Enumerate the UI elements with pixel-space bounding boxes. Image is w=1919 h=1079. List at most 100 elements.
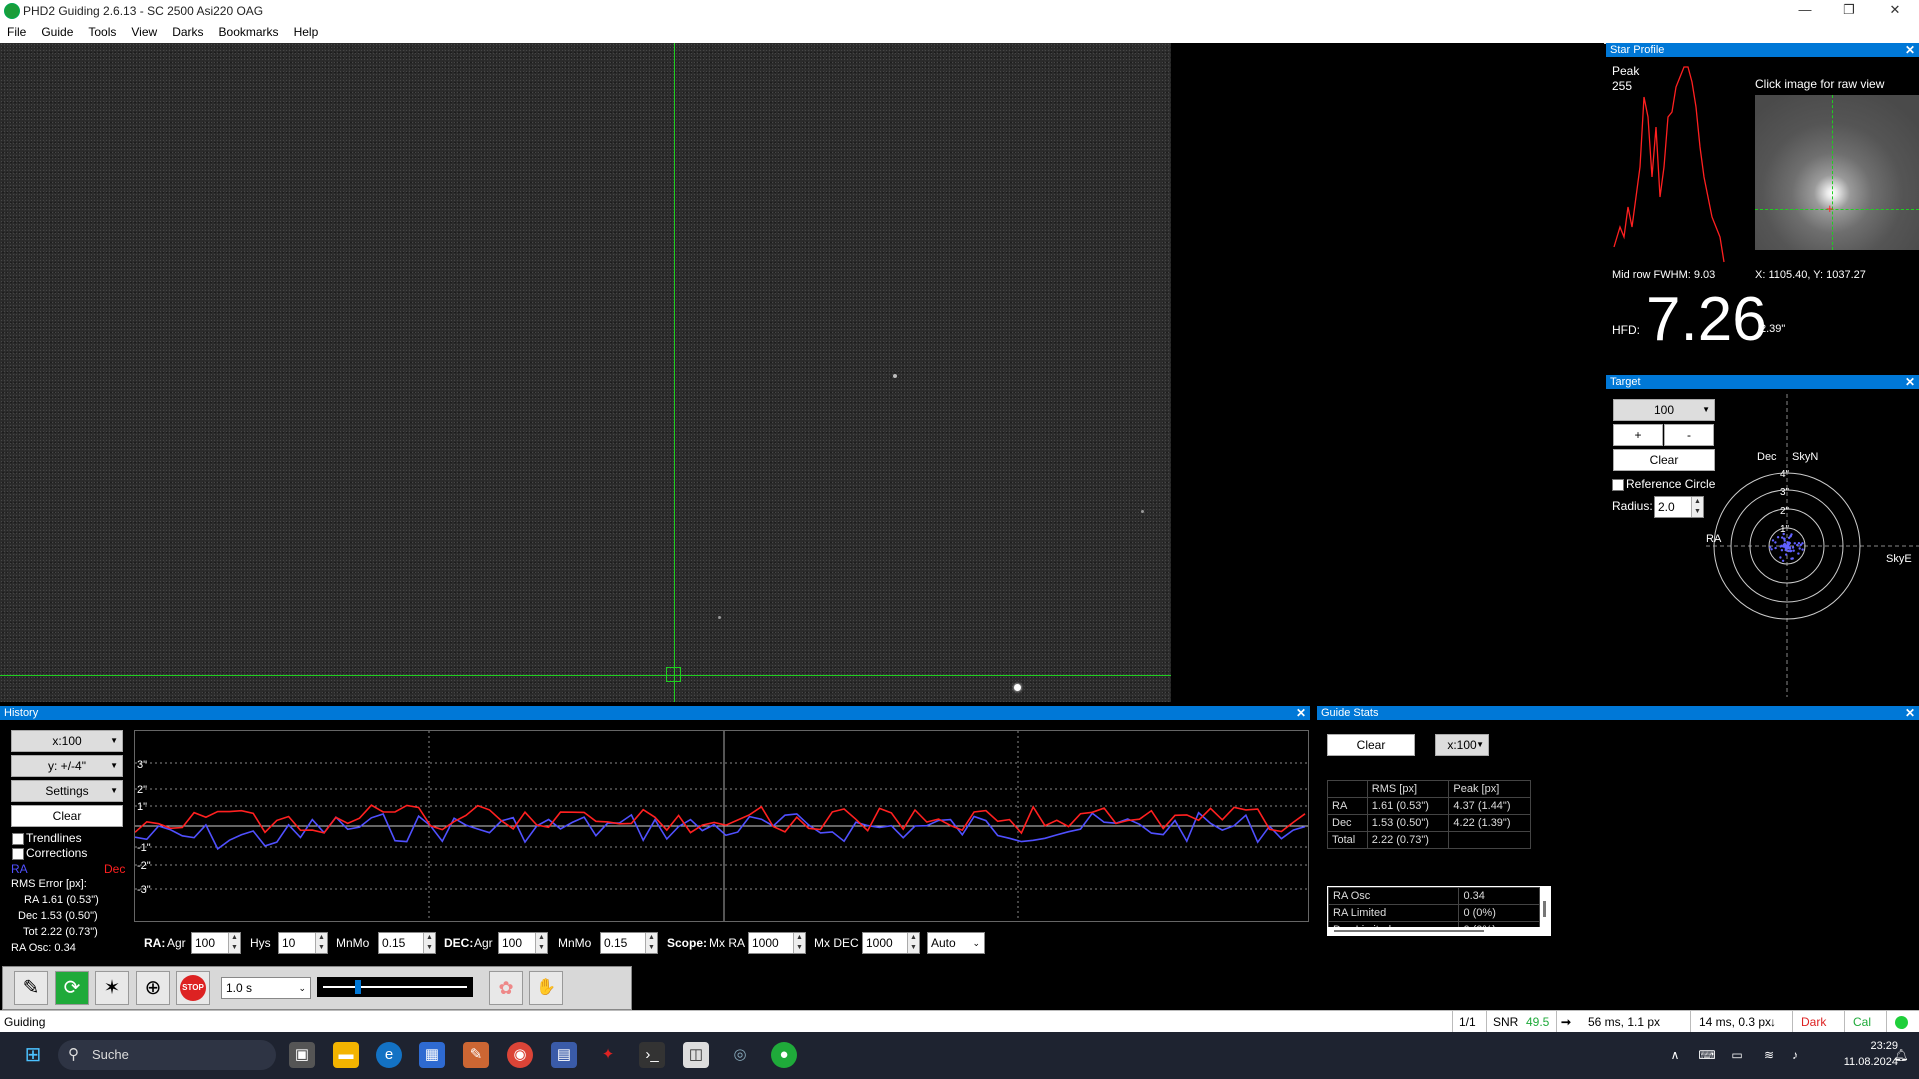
lock-crosshair-horizontal (0, 675, 1171, 676)
radius-spinner[interactable]: 2.0 ▲ ▼ (1654, 496, 1704, 518)
save-app-icon[interactable]: ▤ (551, 1042, 577, 1068)
target-point (1771, 539, 1775, 542)
history-y-scale-select[interactable]: y: +/-4" ▼ (11, 755, 123, 777)
taskbar-search-box[interactable]: ⚲ Suche (58, 1040, 276, 1070)
astro-app-icon[interactable]: ✦ (595, 1042, 621, 1068)
hys-spinner[interactable]: 10 ▲ ▼ (278, 932, 328, 954)
table-header (1327, 780, 1368, 798)
table-cell: 2.22 (0.73") (1366, 831, 1450, 849)
close-button[interactable]: ✕ (1872, 0, 1918, 22)
task-view-icon[interactable]: ▣ (289, 1042, 315, 1068)
camera-image-view[interactable] (0, 43, 1171, 702)
dark-indicator: Dark (1792, 1011, 1826, 1033)
manual-guide-icon[interactable]: ✋ (529, 971, 563, 1005)
wifi-icon[interactable]: ≋ (1756, 1042, 1782, 1068)
chrome-icon[interactable]: ◉ (507, 1042, 533, 1068)
brain-icon[interactable]: ✿ (489, 971, 523, 1005)
history-graph[interactable]: 3" 2" 1" -1" -2" -3" (134, 730, 1309, 922)
spin-arrows-icon[interactable]: ▲ ▼ (228, 933, 240, 953)
keyboard-icon[interactable]: ⌨ (1694, 1042, 1720, 1068)
menu-help[interactable]: Help (287, 22, 327, 43)
maximize-button[interactable]: ❐ (1826, 0, 1872, 22)
table-header-row: RMS [px] Peak [px] (1327, 780, 1531, 798)
target-close-icon[interactable]: ✕ (1905, 375, 1915, 389)
mxra-spinner[interactable]: 1000 ▲ ▼ (748, 932, 806, 954)
stellarium-icon[interactable]: ◫ (683, 1042, 709, 1068)
ra-params-label: RA: (144, 936, 166, 950)
guide-crosshair-icon[interactable]: ⊕ (136, 971, 170, 1005)
history-x-scale-select[interactable]: x:100 ▼ (11, 730, 123, 752)
target-zoom-select[interactable]: 100 ▼ (1613, 399, 1715, 421)
spin-arrows-icon[interactable]: ▲ ▼ (645, 933, 657, 953)
spin-arrows-icon[interactable]: ▲ ▼ (535, 933, 547, 953)
trendlines-checkbox[interactable] (12, 833, 24, 845)
menu-tools[interactable]: Tools (81, 22, 124, 43)
horizontal-scrollbar[interactable] (1328, 927, 1540, 935)
history-settings-label: Settings (45, 784, 89, 798)
dec-agr-spinner[interactable]: 100 ▲ ▼ (498, 932, 548, 954)
guide-stats-scale-select[interactable]: x:100 ▼ (1435, 734, 1489, 756)
spin-arrows-icon[interactable]: ▲ ▼ (423, 933, 435, 953)
guide-star-box[interactable] (666, 667, 681, 682)
status-message: Guiding (4, 1015, 46, 1029)
vertical-scrollbar[interactable] (1540, 887, 1550, 935)
phd2-taskbar-icon[interactable]: ● (771, 1042, 797, 1068)
snr-label: SNR (1486, 1011, 1518, 1033)
dec-mnmo-spinner[interactable]: 0.15 ▲ ▼ (600, 932, 658, 954)
menu-bookmarks[interactable]: Bookmarks (212, 22, 287, 43)
menu-darks[interactable]: Darks (165, 22, 211, 43)
reference-circle-checkbox[interactable] (1612, 479, 1624, 491)
history-close-icon[interactable]: ✕ (1296, 706, 1306, 720)
history-title: History (4, 707, 39, 719)
star-bright (1014, 684, 1021, 691)
menu-guide[interactable]: Guide (34, 22, 81, 43)
stop-icon[interactable]: STOP (176, 971, 210, 1005)
frame-counter: 1/1 (1452, 1011, 1489, 1033)
star-thumbnail[interactable]: + (1755, 95, 1919, 250)
dec-mode-select[interactable]: Auto ⌄ (927, 932, 985, 954)
file-explorer-icon[interactable]: ▬ (333, 1042, 359, 1068)
target-point (1780, 549, 1784, 552)
auto-select-star-icon[interactable]: ✶ (95, 971, 129, 1005)
target-clear-button[interactable]: Clear (1613, 449, 1715, 471)
gamma-slider[interactable] (317, 977, 473, 997)
menu-file[interactable]: File (0, 22, 34, 43)
ra-axis-label: RA (1706, 533, 1722, 545)
camera-app-icon[interactable]: ◎ (727, 1042, 753, 1068)
display-icon[interactable]: ▭ (1724, 1042, 1750, 1068)
chevron-down-icon: ⌄ (972, 938, 980, 948)
spin-arrows-icon[interactable]: ▲ ▼ (315, 933, 327, 953)
y-tick: -1" (137, 842, 151, 854)
guide-stats-close-icon[interactable]: ✕ (1905, 706, 1915, 720)
terminal-icon[interactable]: ›_ (639, 1042, 665, 1068)
volume-icon[interactable]: ♪ (1782, 1042, 1808, 1068)
mxdec-spinner[interactable]: 1000 ▲ ▼ (862, 932, 920, 954)
spin-arrows-icon[interactable]: ▲ ▼ (907, 933, 919, 953)
menu-view[interactable]: View (124, 22, 165, 43)
target-point (1789, 550, 1792, 553)
tray-chevron-icon[interactable]: ∧ (1662, 1042, 1688, 1068)
ra-legend: RA (11, 862, 28, 876)
star-profile-close-icon[interactable]: ✕ (1905, 43, 1915, 57)
history-settings-button[interactable]: Settings ▼ (11, 780, 123, 802)
ra-agr-label: Agr (167, 936, 186, 950)
corrections-checkbox[interactable] (12, 848, 24, 860)
app-icon[interactable]: ✎ (463, 1042, 489, 1068)
spin-arrows-icon[interactable]: ▲ ▼ (793, 933, 805, 953)
loop-icon[interactable]: ⟳ (55, 971, 89, 1005)
target-zoom-in-button[interactable]: + (1613, 424, 1663, 446)
history-clear-button[interactable]: Clear (11, 805, 123, 827)
store-icon[interactable]: ▦ (419, 1042, 445, 1068)
osc-stats-scroll[interactable]: RA Osc0.34 RA Limited0 (0%) Dec Limited0… (1327, 886, 1551, 936)
guide-stats-clear-button[interactable]: Clear (1327, 734, 1415, 756)
spin-arrows-icon[interactable]: ▲ ▼ (1691, 497, 1703, 517)
exposure-select[interactable]: 1.0 s ⌄ (221, 977, 311, 999)
minimize-button[interactable]: — (1782, 0, 1828, 22)
ra-mnmo-spinner[interactable]: 0.15 ▲ ▼ (378, 932, 436, 954)
clock-date[interactable]: 11.08.2024 (1814, 1056, 1898, 1068)
notification-bell-icon[interactable]: 🔔︎ (1888, 1042, 1914, 1068)
windows-start-icon[interactable]: ⊞ (20, 1042, 46, 1068)
guide-wizard-icon[interactable]: ✎ (14, 971, 48, 1005)
edge-browser-icon[interactable]: e (376, 1042, 402, 1068)
ra-agr-spinner[interactable]: 100 ▲ ▼ (191, 932, 241, 954)
